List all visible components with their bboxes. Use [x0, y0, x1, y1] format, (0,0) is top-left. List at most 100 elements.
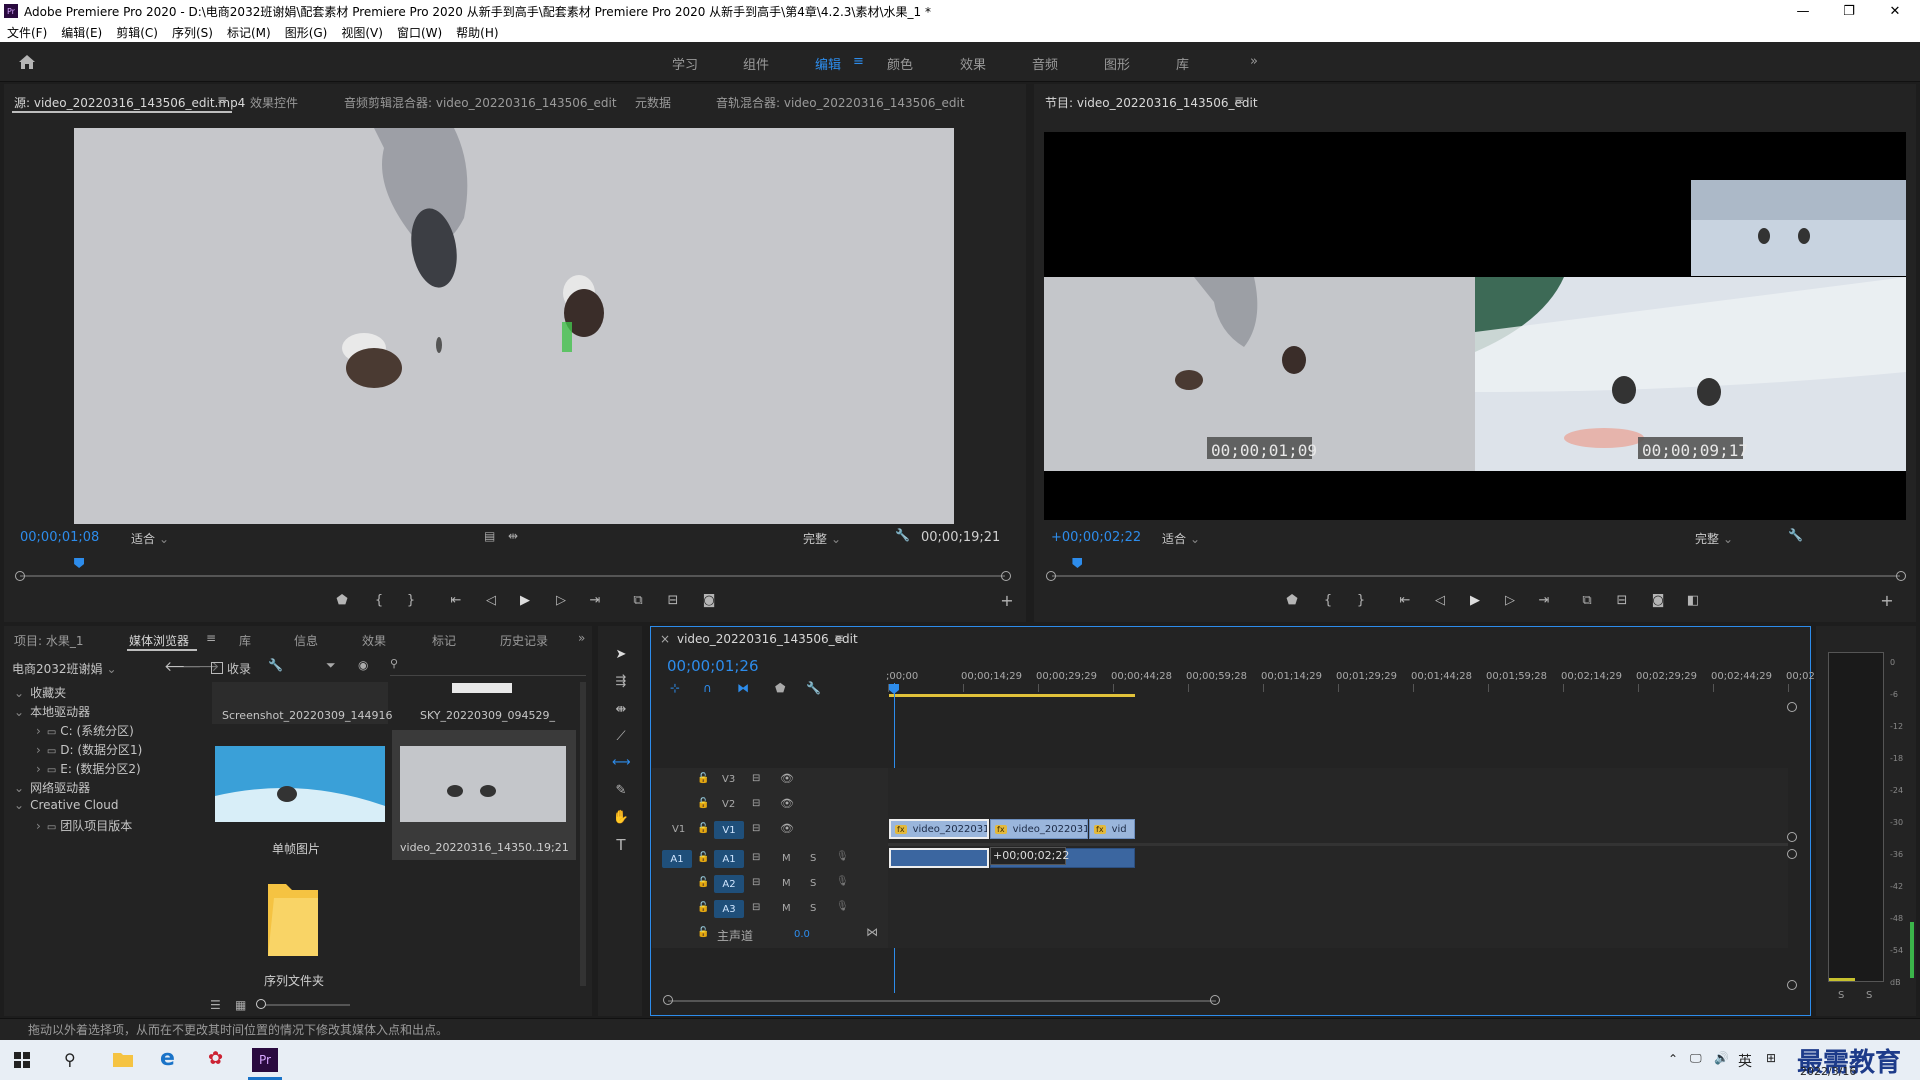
minimize-button[interactable]: —	[1780, 0, 1826, 22]
step-forward-icon[interactable]: ▷	[552, 594, 570, 608]
vscroll-handle-top[interactable]	[1787, 702, 1797, 712]
program-mark-out-icon[interactable]: }	[1352, 594, 1370, 608]
microphone-icon[interactable]: 🎙	[836, 851, 849, 862]
razor-tool-icon[interactable]: ⟋	[612, 730, 630, 744]
volume-icon[interactable]: 🔊	[1714, 1051, 1729, 1065]
tab-metadata[interactable]: 元数据	[635, 94, 671, 111]
source-scroll-handle-left[interactable]	[15, 571, 25, 581]
lock-icon[interactable]: 🔓	[697, 877, 709, 888]
solo-button[interactable]: S	[810, 878, 816, 889]
program-scroll-handle-left[interactable]	[1046, 571, 1056, 581]
program-step-forward-icon[interactable]: ▷	[1501, 594, 1519, 608]
program-panel-menu-icon[interactable]: ≡	[1234, 93, 1244, 107]
tab-history[interactable]: 历史记录	[500, 632, 548, 649]
go-to-master-icon[interactable]: ⋈	[866, 925, 878, 939]
workspace-color[interactable]: 颜色	[887, 54, 913, 73]
chevron-down-icon[interactable]: ⌄	[14, 705, 24, 719]
eye-icon[interactable]: 👁	[780, 797, 794, 810]
menu-file[interactable]: 文件(F)	[7, 24, 47, 41]
media-search-input[interactable]: ⚲	[390, 656, 586, 676]
snap-icon[interactable]: ∩	[703, 681, 712, 695]
folder-icon[interactable]	[266, 878, 320, 960]
timeline-horizontal-scroll[interactable]	[668, 1000, 1216, 1002]
vscroll-handle-mid2[interactable]	[1787, 849, 1797, 859]
track-a1-label[interactable]: A1	[714, 850, 744, 868]
windows-start-icon[interactable]	[14, 1052, 30, 1068]
timeline-close-icon[interactable]: ×	[660, 632, 670, 646]
tree-item[interactable]: › ▭ C: (系统分区)	[36, 722, 134, 739]
chevron-right-icon[interactable]: ›	[36, 743, 41, 757]
tab-libraries[interactable]: 库	[239, 632, 251, 649]
linked-selection-icon[interactable]: ⧓	[737, 681, 749, 695]
lock-icon[interactable]: 🔓	[697, 823, 709, 834]
chevron-right-icon[interactable]: ›	[36, 724, 41, 738]
meter-solo-left[interactable]: S	[1838, 990, 1844, 1001]
mark-in-icon[interactable]: {	[370, 594, 388, 608]
program-mark-in-icon[interactable]: {	[1319, 594, 1337, 608]
search-icon[interactable]: ⚲	[64, 1050, 76, 1069]
track-a2-label[interactable]: A2	[714, 875, 744, 893]
network-icon[interactable]: 🖵	[1690, 1051, 1702, 1066]
edge-browser-icon[interactable]: e	[160, 1046, 175, 1071]
video-clip[interactable]: fx video_20220316	[889, 819, 989, 839]
source-panel-menu-icon[interactable]: ≡	[217, 93, 227, 107]
location-select[interactable]: 电商2032班谢娟	[12, 660, 117, 677]
lift-icon[interactable]: ⧉	[1578, 594, 1596, 608]
tab-audio-track-mixer[interactable]: 音轨混合器: video_20220316_143506_edit	[716, 94, 965, 111]
av-divider[interactable]	[888, 843, 1788, 846]
program-timecode[interactable]: +00;00;02;22	[1051, 530, 1141, 545]
video-clip[interactable]: fx vid	[1089, 819, 1135, 839]
sync-lock-icon[interactable]: ⊟	[752, 902, 760, 913]
microphone-icon[interactable]: 🎙	[836, 876, 849, 887]
type-tool-icon[interactable]: T	[612, 838, 630, 853]
work-area-bar[interactable]	[889, 694, 1135, 697]
workspace-more-icon[interactable]: »	[1250, 54, 1258, 69]
hscroll-handle-left[interactable]	[663, 995, 673, 1005]
app-icon[interactable]: ✿	[208, 1048, 223, 1069]
program-export-frame-icon[interactable]: ◙	[1649, 594, 1667, 608]
source-settings-icon[interactable]: ▤	[484, 529, 495, 543]
tree-item[interactable]: › ▭ D: (数据分区1)	[36, 741, 142, 758]
tab-info[interactable]: 信息	[294, 632, 318, 649]
microphone-icon[interactable]: 🎙	[836, 901, 849, 912]
eye-icon[interactable]: 👁	[780, 822, 794, 835]
tab-effects[interactable]: 效果	[362, 632, 386, 649]
timeline-settings-icon[interactable]: 🔧	[806, 681, 821, 695]
slip-tool-icon[interactable]: ⟷	[612, 756, 631, 770]
media-scrollbar[interactable]	[580, 682, 586, 986]
program-scrub-bar[interactable]	[1052, 575, 1900, 577]
media-browser-menu-icon[interactable]: ≡	[206, 631, 216, 645]
mute-button[interactable]: M	[782, 903, 791, 914]
vscroll-handle-mid[interactable]	[1787, 832, 1797, 842]
home-icon[interactable]	[18, 54, 36, 70]
menu-window[interactable]: 窗口(W)	[397, 24, 442, 41]
ripple-edit-tool-icon[interactable]: ⇼	[612, 703, 630, 717]
thumb-video-preview[interactable]	[400, 746, 566, 822]
workspace-assembly[interactable]: 组件	[743, 54, 769, 73]
tray-chevron-icon[interactable]: ⌃	[1668, 1052, 1678, 1066]
tree-item[interactable]: ⌄ 网络驱动器	[14, 779, 90, 796]
play-icon[interactable]: ▶	[516, 594, 534, 608]
hand-tool-icon[interactable]: ✋	[612, 811, 630, 825]
ingest-settings-icon[interactable]: 🔧	[268, 658, 283, 672]
more-tabs-icon[interactable]: »	[578, 631, 585, 645]
workspace-graphics[interactable]: 图形	[1104, 54, 1130, 73]
sync-lock-icon[interactable]: ⊟	[752, 773, 760, 784]
track-v1-label[interactable]: V1	[714, 821, 744, 839]
tab-project[interactable]: 项目: 水果_1	[14, 632, 84, 649]
pen-tool-icon[interactable]: ✎	[612, 784, 630, 798]
tree-item[interactable]: ⌄ 本地驱动器	[14, 703, 90, 720]
input-language[interactable]: 英	[1738, 1051, 1752, 1071]
program-zoom-select[interactable]: 适合	[1162, 530, 1200, 547]
filter-icon[interactable]: ⏷	[326, 658, 336, 673]
lock-icon[interactable]: 🔓	[697, 798, 709, 809]
solo-button[interactable]: S	[810, 903, 816, 914]
sync-lock-icon[interactable]: ⊟	[752, 823, 760, 834]
tree-item[interactable]: › ▭ E: (数据分区2)	[36, 760, 141, 777]
track-v3-label[interactable]: V3	[722, 774, 735, 785]
restore-button[interactable]: ❐	[1826, 0, 1872, 22]
tab-source[interactable]: 源: video_20220316_143506_edit.mp4	[14, 94, 245, 111]
menu-clip[interactable]: 剪辑(C)	[116, 24, 158, 41]
tab-audio-clip-mixer[interactable]: 音频剪辑混合器: video_20220316_143506_edit	[344, 94, 617, 111]
program-add-marker-icon[interactable]: ⬟	[1283, 594, 1301, 608]
